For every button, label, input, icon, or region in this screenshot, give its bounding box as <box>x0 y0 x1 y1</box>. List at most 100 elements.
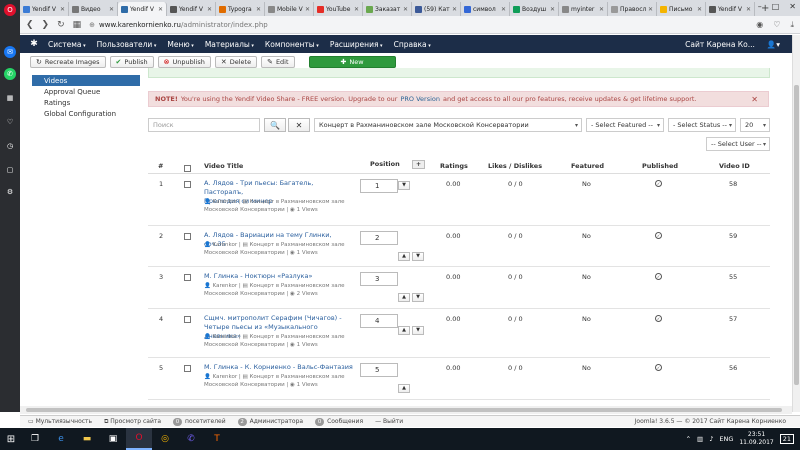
edit-button[interactable]: ✎ Edit <box>261 56 295 68</box>
nav-menu-item[interactable]: Система <box>48 40 86 49</box>
publish-button[interactable]: ✔ Publish <box>109 56 154 68</box>
col-position[interactable]: Position <box>370 160 400 168</box>
search-input[interactable]: Поиск <box>148 118 260 132</box>
limit-select[interactable]: 20 ▾ <box>740 118 770 132</box>
close-window-icon[interactable]: ✕ <box>789 2 796 11</box>
tab-close-icon[interactable]: ✕ <box>109 6 114 13</box>
viber-icon[interactable]: ✆ <box>178 428 204 450</box>
nav-menu-item[interactable]: Пользователи <box>97 40 157 49</box>
view-site-link[interactable]: ⧉ Просмотр сайта <box>104 418 161 426</box>
nav-menu-item[interactable]: Меню <box>167 40 193 49</box>
history-icon[interactable]: ◷ <box>4 140 16 152</box>
nav-menu-item[interactable]: Расширения <box>330 40 383 49</box>
row-checkbox[interactable] <box>184 274 191 283</box>
chrome-icon[interactable]: ◎ <box>152 428 178 450</box>
search-button[interactable]: 🔍 <box>264 118 286 132</box>
store-icon[interactable]: ▣ <box>100 428 126 450</box>
save-order-button[interactable]: + <box>412 160 426 169</box>
tab-close-icon[interactable]: ✕ <box>256 6 261 13</box>
published-icon[interactable]: ✓ <box>655 232 662 239</box>
close-icon[interactable]: ✕ <box>751 95 758 104</box>
app-t-icon[interactable]: T <box>204 428 230 450</box>
published-icon[interactable]: ✓ <box>655 273 662 280</box>
speed-dial-icon[interactable]: ▦ <box>4 92 16 104</box>
published-icon[interactable]: ✓ <box>655 315 662 322</box>
clock[interactable]: 23:51 11.09.2017 <box>739 431 773 447</box>
reload-icon[interactable]: ↻ <box>57 20 65 30</box>
published-icon[interactable]: ✓ <box>655 180 662 187</box>
browser-tab[interactable]: Письмо ✕ <box>657 2 706 16</box>
move-down-button[interactable]: ▼ <box>412 292 424 302</box>
featured-value[interactable]: No <box>582 364 591 372</box>
move-up-button[interactable]: ▲ <box>398 292 410 302</box>
url-field[interactable]: ⊕ www.karenkornienko.ru/administrator/in… <box>89 19 748 31</box>
tab-close-icon[interactable]: ✕ <box>207 6 212 13</box>
minimize-icon[interactable]: – <box>758 2 762 11</box>
tab-close-icon[interactable]: ✕ <box>501 6 506 13</box>
tray-up-icon[interactable]: ⌃ <box>686 435 691 443</box>
tab-close-icon[interactable]: ✕ <box>60 6 65 13</box>
row-checkbox[interactable] <box>184 233 191 242</box>
tab-close-icon[interactable]: ✕ <box>697 6 702 13</box>
joomla-logo-icon[interactable]: ✱ <box>20 39 48 49</box>
task-view-icon[interactable]: ❐ <box>22 428 48 450</box>
windows-start-icon[interactable]: ⊞ <box>0 428 22 450</box>
col-likes[interactable]: Likes / Dislikes <box>488 162 542 170</box>
tab-close-icon[interactable]: ✕ <box>354 6 359 13</box>
move-up-button[interactable]: ▲ <box>398 383 410 393</box>
grid-icon[interactable]: ▦ <box>73 20 82 30</box>
browser-tab[interactable]: символ ✕ <box>461 2 510 16</box>
browser-tab[interactable]: YouTube ✕ <box>314 2 363 16</box>
vertical-scrollbar[interactable] <box>792 35 800 412</box>
site-link[interactable]: Сайт Карена Ко... <box>685 40 767 49</box>
featured-select[interactable]: - Select Featured -- ▾ <box>586 118 664 132</box>
back-icon[interactable]: ❮ <box>26 20 34 30</box>
network-icon[interactable]: ▥ <box>697 435 703 443</box>
browser-tab[interactable]: (59) Кат ✕ <box>412 2 461 16</box>
position-input[interactable]: 2 <box>360 231 398 245</box>
move-down-button[interactable]: ▼ <box>398 180 410 190</box>
video-title-link[interactable]: М. Глинка - Ноктюрн «Разлука» <box>204 272 354 281</box>
tab-close-icon[interactable]: ✕ <box>452 6 457 13</box>
status-select[interactable]: - Select Status -- ▾ <box>668 118 736 132</box>
opera-taskbar-icon[interactable]: O <box>126 428 152 450</box>
notification-icon[interactable]: 21 <box>779 434 794 444</box>
submenu-item[interactable]: Global Configuration <box>32 108 140 119</box>
tab-close-icon[interactable]: ✕ <box>648 6 653 13</box>
position-input[interactable]: 1 <box>360 179 398 193</box>
tab-close-icon[interactable]: ✕ <box>599 6 604 13</box>
category-select[interactable]: Концерт в Рахманиновском зале Московской… <box>314 118 582 132</box>
col-ratings[interactable]: Ratings <box>440 162 468 170</box>
browser-tab[interactable]: Mobile V ✕ <box>265 2 314 16</box>
move-down-button[interactable]: ▼ <box>412 251 424 261</box>
file-explorer-icon[interactable]: ▬ <box>74 428 100 450</box>
row-checkbox[interactable] <box>184 316 191 325</box>
browser-tab[interactable]: Yendif V ✕ <box>167 2 216 16</box>
col-title[interactable]: Video Title <box>204 162 243 170</box>
edge-icon[interactable]: e <box>48 428 74 450</box>
browser-tab[interactable]: Заказат ✕ <box>363 2 412 16</box>
delete-button[interactable]: ✕ Delete <box>214 56 258 68</box>
move-up-button[interactable]: ▲ <box>398 325 410 335</box>
new-button[interactable]: ✚ New <box>308 56 396 68</box>
user-icon[interactable]: 👤▾ <box>767 40 792 49</box>
nav-menu-item[interactable]: Компоненты <box>265 40 319 49</box>
language-indicator[interactable]: ENG <box>719 435 733 443</box>
published-icon[interactable]: ✓ <box>655 364 662 371</box>
volume-icon[interactable]: ♪ <box>709 435 713 443</box>
horizontal-scrollbar[interactable] <box>20 406 792 414</box>
pro-version-link[interactable]: PRO Version <box>400 95 440 103</box>
heart-icon[interactable]: ♡ <box>773 20 780 30</box>
video-title-link[interactable]: М. Глинка - К. Корниенко - Вальс-Фантази… <box>204 363 354 372</box>
opera-logo-icon[interactable]: O <box>4 4 16 16</box>
settings-icon[interactable]: ⚙ <box>4 186 16 198</box>
browser-tab[interactable]: Видео ✕ <box>69 2 118 16</box>
messenger-icon[interactable]: ✉ <box>4 46 16 58</box>
featured-value[interactable]: No <box>582 273 591 281</box>
user-select[interactable]: -- Select User -- ▾ <box>706 137 770 151</box>
extensions-icon[interactable]: ▢ <box>4 164 16 176</box>
row-checkbox[interactable] <box>184 181 191 190</box>
nav-menu-item[interactable]: Материалы <box>205 40 254 49</box>
col-featured[interactable]: Featured <box>571 162 604 170</box>
forward-icon[interactable]: ❯ <box>42 20 50 30</box>
